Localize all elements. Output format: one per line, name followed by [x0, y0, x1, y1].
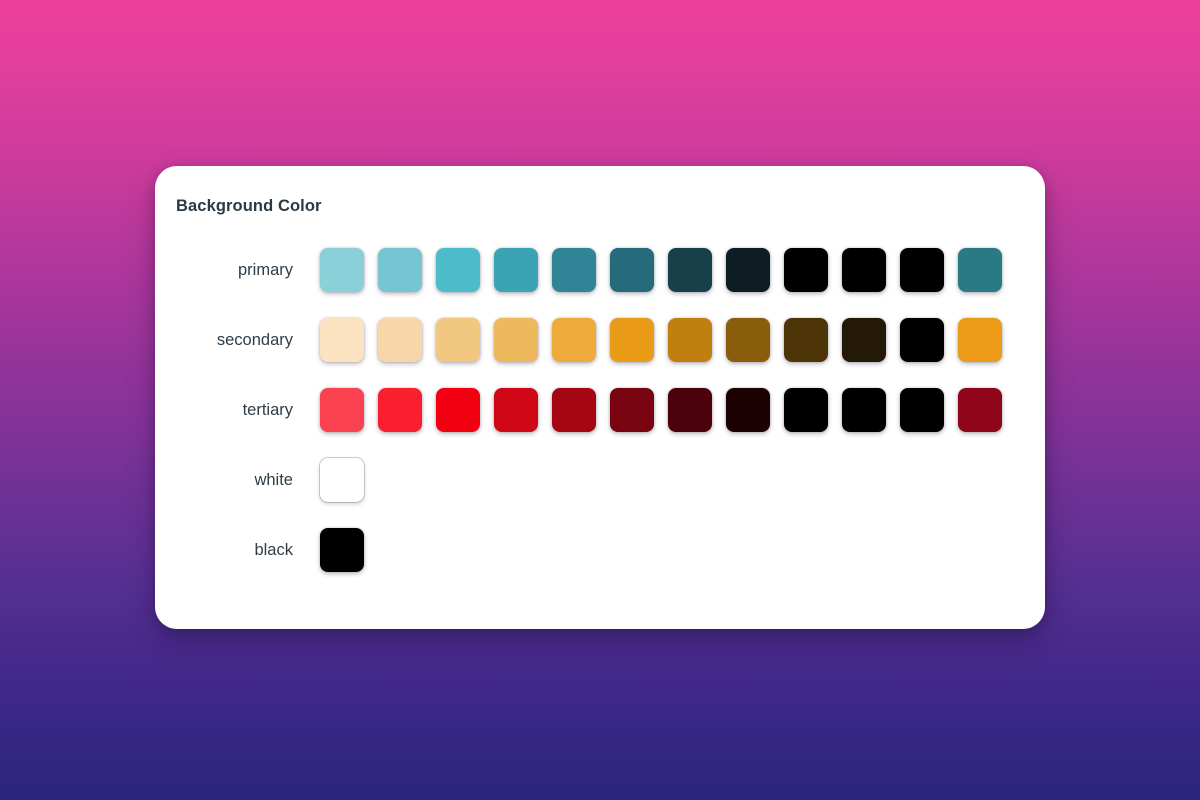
color-swatch[interactable]	[610, 388, 654, 432]
color-swatch[interactable]	[668, 248, 712, 292]
color-swatch[interactable]	[494, 388, 538, 432]
color-swatch[interactable]	[494, 318, 538, 362]
color-swatch[interactable]	[842, 388, 886, 432]
color-swatch[interactable]	[610, 248, 654, 292]
palette-row-white: white	[155, 444, 1045, 514]
color-swatch[interactable]	[494, 248, 538, 292]
palette-row-tertiary: tertiary	[155, 374, 1045, 444]
color-swatch[interactable]	[320, 318, 364, 362]
color-swatch[interactable]	[552, 248, 596, 292]
palette-row-black: black	[155, 514, 1045, 584]
swatch-strip	[320, 388, 1016, 432]
color-swatch[interactable]	[726, 248, 770, 292]
color-swatch[interactable]	[378, 248, 422, 292]
color-swatch[interactable]	[320, 248, 364, 292]
color-swatch[interactable]	[900, 318, 944, 362]
color-swatch[interactable]	[436, 248, 480, 292]
page-background: Background Color primary secondary tertiar…	[0, 0, 1200, 800]
color-swatch[interactable]	[436, 318, 480, 362]
page-title: Background Color	[176, 197, 322, 215]
palette-row-primary: primary	[155, 234, 1045, 304]
palette-row-list: primary secondary tertiary white black	[155, 234, 1045, 584]
color-swatch[interactable]	[842, 318, 886, 362]
swatch-strip	[320, 318, 1016, 362]
color-swatch[interactable]	[552, 388, 596, 432]
swatch-strip	[320, 528, 378, 572]
color-swatch[interactable]	[900, 248, 944, 292]
color-swatch[interactable]	[784, 318, 828, 362]
color-swatch[interactable]	[784, 248, 828, 292]
color-swatch[interactable]	[958, 388, 1002, 432]
color-swatch[interactable]	[552, 318, 596, 362]
palette-row-label: tertiary	[242, 401, 293, 419]
background-color-card: Background Color primary secondary tertiar…	[155, 166, 1045, 629]
color-swatch[interactable]	[668, 318, 712, 362]
color-swatch[interactable]	[320, 388, 364, 432]
color-swatch[interactable]	[436, 388, 480, 432]
color-swatch[interactable]	[958, 248, 1002, 292]
color-swatch[interactable]	[900, 388, 944, 432]
color-swatch[interactable]	[726, 318, 770, 362]
color-swatch[interactable]	[842, 248, 886, 292]
color-swatch[interactable]	[378, 318, 422, 362]
color-swatch[interactable]	[784, 388, 828, 432]
palette-row-label: secondary	[216, 331, 293, 349]
swatch-strip	[320, 248, 1016, 292]
palette-row-label: primary	[237, 261, 293, 279]
palette-row-label: black	[254, 541, 293, 559]
palette-row-secondary: secondary	[155, 304, 1045, 374]
color-swatch[interactable]	[320, 458, 364, 502]
color-swatch[interactable]	[668, 388, 712, 432]
palette-row-label: white	[254, 471, 293, 489]
swatch-strip	[320, 458, 378, 502]
color-swatch[interactable]	[726, 388, 770, 432]
color-swatch[interactable]	[610, 318, 654, 362]
color-swatch[interactable]	[378, 388, 422, 432]
color-swatch[interactable]	[958, 318, 1002, 362]
color-swatch[interactable]	[320, 528, 364, 572]
